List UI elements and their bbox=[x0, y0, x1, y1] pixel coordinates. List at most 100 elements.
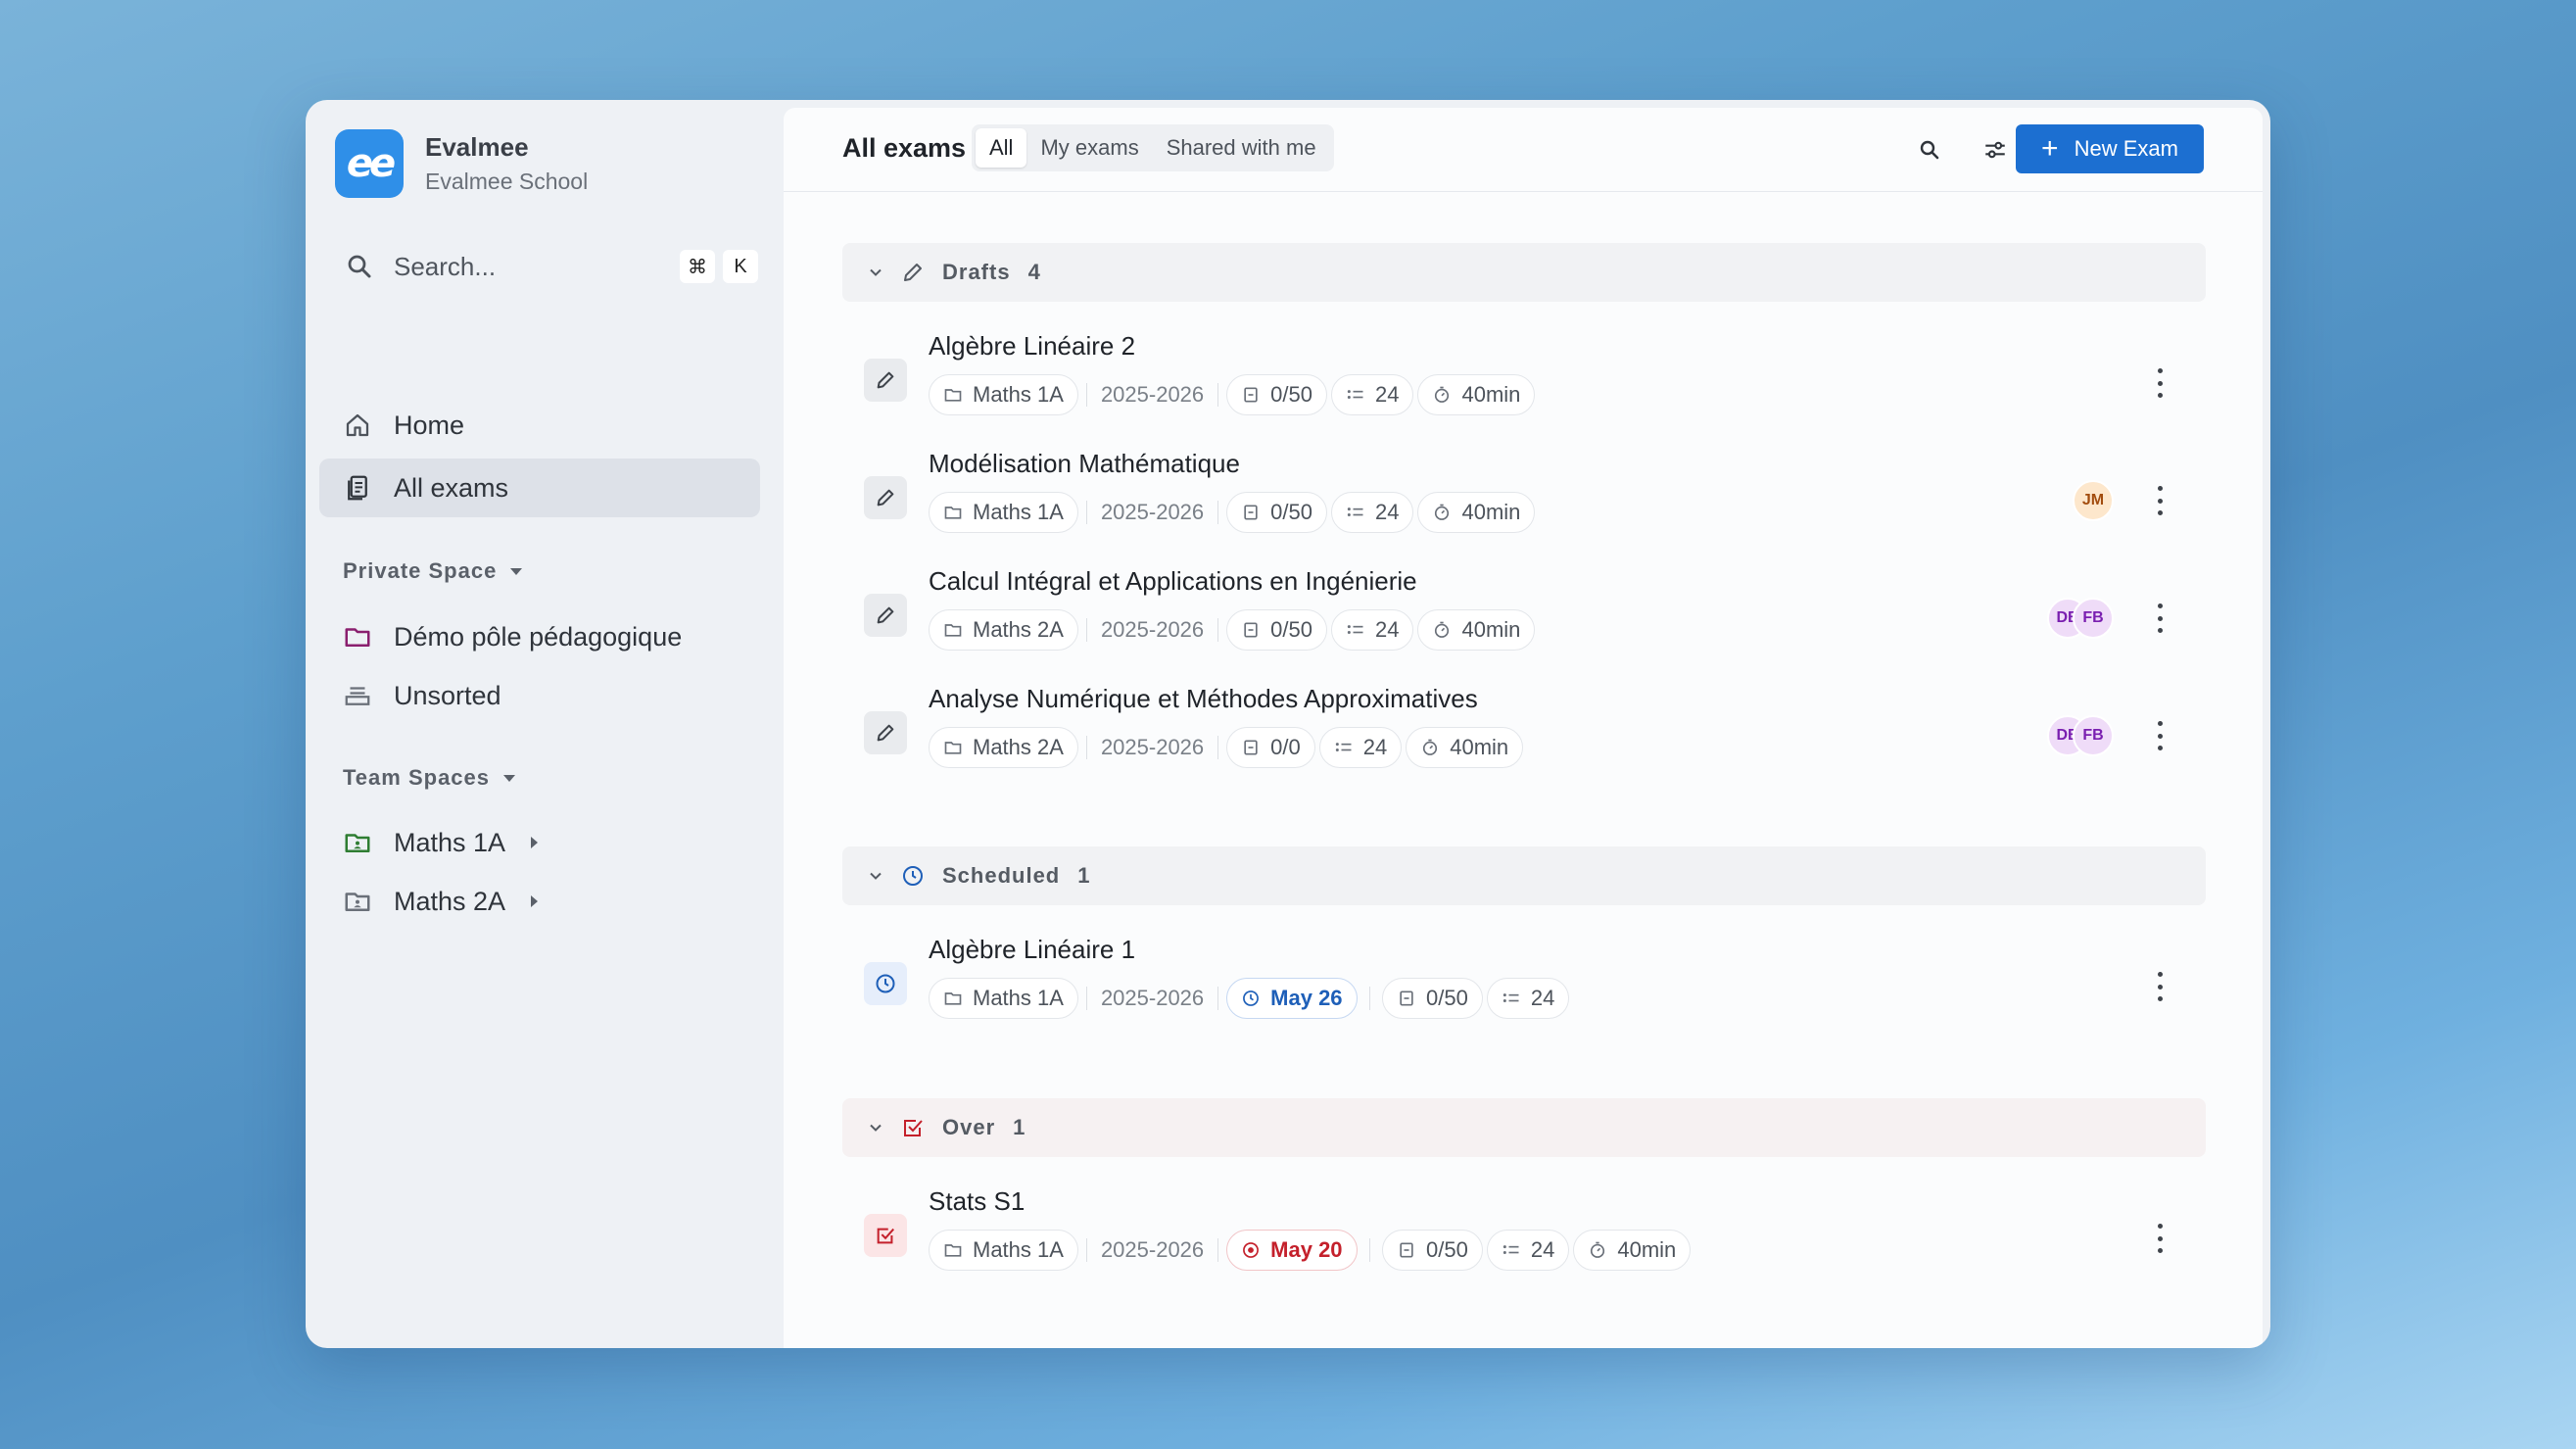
grade-icon bbox=[1400, 990, 1413, 1006]
sidebar-item-demo-pole[interactable]: Démo pôle pédagogique bbox=[319, 607, 760, 666]
clock-icon bbox=[1243, 990, 1260, 1006]
sidebar-item-home[interactable]: Home bbox=[319, 396, 760, 455]
folder-icon bbox=[944, 507, 962, 519]
private-space-heading[interactable]: Private Space bbox=[343, 558, 523, 584]
score-chip: 0/50 bbox=[1382, 978, 1483, 1019]
exam-row[interactable]: Algèbre Linéaire 1 Maths 1A 2025-2026 Ma… bbox=[842, 935, 2206, 1042]
plus-icon: + bbox=[2041, 132, 2059, 165]
exam-title: Modélisation Mathématique bbox=[929, 449, 1240, 478]
workspace-switcher[interactable]: ee Evalmee Evalmee School bbox=[335, 129, 588, 198]
more-options-icon[interactable] bbox=[2155, 721, 2165, 750]
sidebar-item-maths-1a[interactable]: Maths 1A bbox=[319, 813, 760, 872]
exam-row[interactable]: Algèbre Linéaire 2 Maths 1A 2025-2026 0/… bbox=[842, 331, 2206, 439]
duration-value: 40min bbox=[1450, 735, 1509, 759]
duration-chip: 40min bbox=[1406, 727, 1524, 768]
filter-settings-button[interactable] bbox=[1975, 129, 2016, 170]
more-options-icon[interactable] bbox=[2155, 486, 2165, 515]
caret-down-icon bbox=[510, 567, 523, 575]
class-chip[interactable]: Maths 1A bbox=[929, 374, 1078, 415]
team-folder-icon bbox=[345, 893, 370, 911]
score-value: 0/50 bbox=[1270, 500, 1312, 524]
duration-value: 40min bbox=[1461, 382, 1521, 407]
sidebar-item-maths-2a[interactable]: Maths 2A bbox=[319, 872, 760, 931]
sidebar-item-label: Maths 2A bbox=[394, 886, 506, 916]
questions-count: 24 bbox=[1374, 500, 1400, 524]
school-year: 2025-2026 bbox=[1085, 500, 1219, 524]
team-spaces-heading[interactable]: Team Spaces bbox=[343, 765, 516, 791]
sidebar-item-unsorted[interactable]: Unsorted bbox=[319, 666, 760, 725]
section-label: Team Spaces bbox=[343, 765, 491, 790]
folder-icon bbox=[345, 628, 370, 647]
clock-icon bbox=[903, 866, 923, 886]
tab-all[interactable]: All bbox=[976, 128, 1027, 168]
exam-row[interactable]: Modélisation Mathématique Maths 1A 2025-… bbox=[842, 449, 2206, 556]
more-options-icon[interactable] bbox=[2155, 604, 2165, 633]
pencil-icon bbox=[904, 264, 922, 281]
chevron-down-icon bbox=[870, 268, 882, 276]
questions-count: 24 bbox=[1374, 617, 1400, 642]
exam-row[interactable]: Analyse Numérique et Méthodes Approximat… bbox=[842, 684, 2206, 792]
more-options-icon[interactable] bbox=[2155, 368, 2165, 398]
score-chip: 0/50 bbox=[1226, 374, 1327, 415]
class-chip[interactable]: Maths 2A bbox=[929, 609, 1078, 651]
class-chip[interactable]: Maths 1A bbox=[929, 1230, 1078, 1271]
sidebar-search[interactable]: Search... ⌘ K bbox=[335, 237, 758, 296]
group-header-over[interactable]: Over 1 bbox=[842, 1098, 2206, 1157]
sidebar-item-label: Home bbox=[394, 410, 465, 440]
score-chip: 0/50 bbox=[1226, 609, 1327, 651]
folder-icon bbox=[944, 992, 962, 1005]
group-header-drafts[interactable]: Drafts 4 bbox=[842, 243, 2206, 302]
sidebar-item-all-exams[interactable]: All exams bbox=[319, 459, 760, 517]
more-options-icon[interactable] bbox=[2155, 1224, 2165, 1253]
tab-shared-with-me[interactable]: Shared with me bbox=[1153, 128, 1330, 168]
score-value: 0/50 bbox=[1426, 1237, 1468, 1262]
sidebar-item-label: Unsorted bbox=[394, 680, 501, 710]
scheduled-status-icon bbox=[864, 962, 907, 1005]
shortcut-mod-key: ⌘ bbox=[680, 250, 715, 283]
exam-row[interactable]: Calcul Intégral et Applications en Ingén… bbox=[842, 566, 2206, 674]
folder-icon bbox=[944, 1244, 962, 1257]
avatar: FB bbox=[2073, 715, 2114, 756]
new-exam-button[interactable]: + New Exam bbox=[2016, 124, 2204, 173]
sliders-icon bbox=[1985, 141, 2005, 159]
group-name: Scheduled bbox=[942, 863, 1061, 888]
exam-row[interactable]: Stats S1 Maths 1A 2025-2026 May 20 0/50 … bbox=[842, 1186, 2206, 1294]
expand-arrow-icon[interactable] bbox=[531, 837, 539, 848]
timer-icon bbox=[1423, 739, 1438, 755]
questions-count: 24 bbox=[1362, 735, 1388, 759]
date-value: May 26 bbox=[1270, 986, 1343, 1010]
caret-down-icon bbox=[503, 774, 516, 782]
questions-chip: 24 bbox=[1318, 727, 1403, 768]
filter-tabs: All My exams Shared with me bbox=[972, 124, 1334, 171]
group-header-scheduled[interactable]: Scheduled 1 bbox=[842, 846, 2206, 905]
class-chip[interactable]: Maths 2A bbox=[929, 727, 1078, 768]
score-value: 0/50 bbox=[1426, 986, 1468, 1010]
grade-icon bbox=[1244, 622, 1258, 638]
score-value: 0/50 bbox=[1270, 382, 1312, 407]
group-count: 1 bbox=[1013, 1115, 1026, 1139]
questions-chip: 24 bbox=[1330, 609, 1414, 651]
duration-value: 40min bbox=[1461, 617, 1521, 642]
search-button[interactable] bbox=[1909, 129, 1950, 170]
sidebar-item-label: Maths 1A bbox=[394, 827, 506, 857]
class-label: Maths 2A bbox=[973, 735, 1064, 759]
grade-icon bbox=[1400, 1242, 1413, 1258]
new-exam-label: New Exam bbox=[2074, 136, 2178, 161]
class-chip[interactable]: Maths 1A bbox=[929, 978, 1078, 1019]
class-chip[interactable]: Maths 1A bbox=[929, 492, 1078, 533]
school-year: 2025-2026 bbox=[1085, 1237, 1219, 1262]
evalmee-logo: ee bbox=[335, 129, 404, 198]
team-folder-icon bbox=[345, 834, 370, 852]
documents-icon bbox=[348, 475, 367, 501]
collaborators: DB FB bbox=[2047, 598, 2114, 639]
expand-arrow-icon[interactable] bbox=[531, 895, 539, 907]
tab-my-exams[interactable]: My exams bbox=[1026, 128, 1152, 168]
exam-title: Algèbre Linéaire 1 bbox=[929, 935, 1136, 964]
duration-chip: 40min bbox=[1417, 609, 1536, 651]
search-icon bbox=[1920, 140, 1939, 160]
group-count: 1 bbox=[1077, 863, 1090, 888]
more-options-icon[interactable] bbox=[2155, 972, 2165, 1001]
draft-status-icon bbox=[864, 476, 907, 519]
score-chip: 0/0 bbox=[1226, 727, 1315, 768]
list-icon bbox=[1335, 743, 1352, 751]
